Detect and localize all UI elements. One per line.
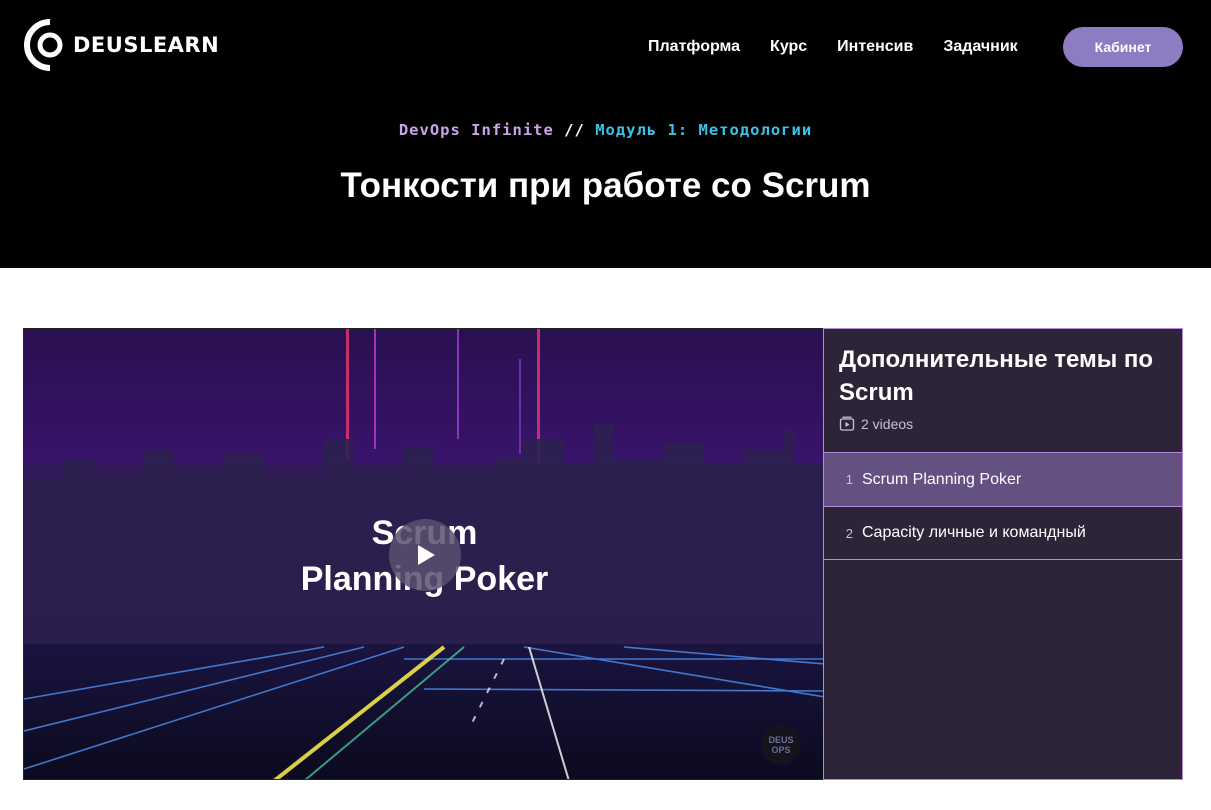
- brand-logo[interactable]: DEUSLEARN: [23, 18, 219, 72]
- cabinet-button[interactable]: Кабинет: [1063, 27, 1183, 67]
- breadcrumb-course[interactable]: DevOps Infinite: [399, 121, 554, 139]
- playlist-title: Дополнительные темы по Scrum: [839, 346, 1154, 406]
- playlist-item-number: 1: [845, 472, 853, 487]
- playlist-item-1[interactable]: 1 Scrum Planning Poker: [824, 452, 1182, 506]
- playlist-item-2[interactable]: 2 Capacity личные и командный: [824, 506, 1182, 560]
- breadcrumb: DevOps Infinite // Модуль 1: Методологии: [0, 121, 1211, 139]
- badge-line2: OPS: [771, 745, 791, 755]
- breadcrumb-module[interactable]: Модуль 1: Методологии: [595, 121, 812, 139]
- video-list-icon: [839, 416, 855, 431]
- brand-name: DEUSLEARN: [73, 33, 220, 57]
- play-icon: [418, 545, 435, 565]
- play-button[interactable]: [389, 519, 461, 591]
- channel-badge: DEUS OPS: [761, 725, 801, 765]
- logo-ring-icon: [24, 19, 63, 71]
- playlist-item-number: 2: [845, 525, 853, 541]
- playlist-item-label: Scrum Planning Poker: [862, 470, 1022, 488]
- nav-item-problem-book[interactable]: Задачник: [943, 38, 1017, 56]
- playlist-panel: Дополнительные темы по Scrum 2 videos 1 …: [823, 328, 1183, 780]
- playlist-count: 2 videos: [839, 416, 913, 432]
- breadcrumb-separator: //: [564, 121, 585, 139]
- page-title: Тонкости при работе со Scrum: [340, 166, 871, 205]
- playlist-item-label: Capacity личные и командный: [862, 524, 1086, 541]
- main-nav: Платформа Курс Интенсив Задачник: [648, 38, 1048, 56]
- playlist-count-label: 2 videos: [861, 416, 914, 432]
- video-player[interactable]: Scrum Planning Poker DEUS OPS: [23, 328, 824, 780]
- nav-item-platform[interactable]: Платформа: [648, 38, 740, 56]
- header: DEUSLEARN Платформа Курс Интенсив Задачн…: [0, 0, 1211, 268]
- nav-item-course[interactable]: Курс: [770, 38, 807, 56]
- nav-item-intensive[interactable]: Интенсив: [837, 38, 913, 56]
- badge-line1: DEUS: [768, 735, 794, 745]
